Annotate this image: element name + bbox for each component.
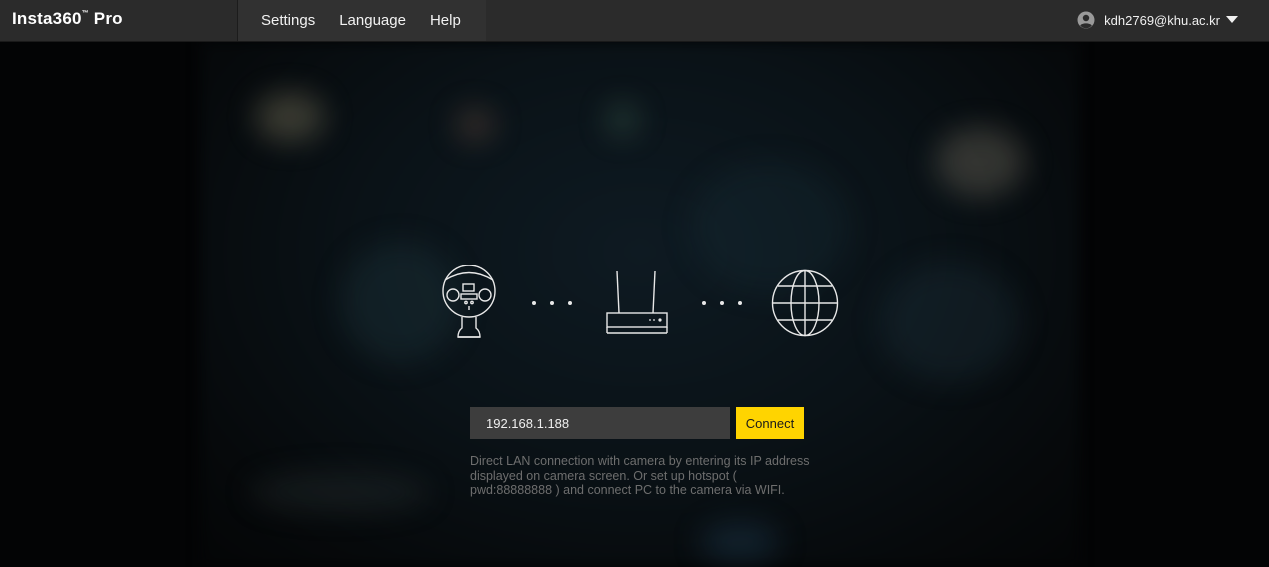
connection-dots (532, 301, 572, 305)
menu-item-settings[interactable]: Settings (238, 12, 327, 29)
main-menu: Settings Language Help (238, 0, 486, 41)
account-menu[interactable]: kdh2769@khu.ac.kr (1077, 11, 1238, 29)
connection-dot (550, 301, 554, 305)
menu-item-help[interactable]: Help (418, 12, 473, 29)
account-email: kdh2769@khu.ac.kr (1104, 12, 1220, 28)
background-light (455, 107, 495, 142)
ip-address-input[interactable] (470, 407, 730, 439)
user-avatar-icon (1077, 11, 1095, 29)
background-light (255, 92, 325, 142)
logo-trademark: ™ (81, 10, 89, 17)
caret-down-icon (1226, 16, 1238, 23)
camera-icon (442, 265, 496, 338)
background-light (880, 262, 1020, 382)
background-light (935, 127, 1025, 197)
connection-dots (702, 301, 742, 305)
connection-dot (568, 301, 572, 305)
connection-dot (738, 301, 742, 305)
background-light (250, 472, 430, 512)
connect-button[interactable]: Connect (736, 407, 804, 439)
globe-icon (771, 269, 839, 337)
logo-text: Insta360 (12, 9, 82, 28)
ip-connect-row: Connect (470, 407, 804, 439)
top-bar: Insta360™ Pro Settings Language Help kdh… (0, 0, 1269, 42)
menu-item-language[interactable]: Language (327, 12, 418, 29)
connection-dot (702, 301, 706, 305)
router-icon (606, 270, 668, 334)
app-logo: Insta360™ Pro (12, 9, 123, 29)
logo-suffix: Pro (88, 9, 123, 28)
connection-dot (532, 301, 536, 305)
background-light (700, 522, 780, 562)
connection-help-text: Direct LAN connection with camera by ent… (470, 454, 810, 497)
background-light (605, 102, 640, 137)
connection-diagram (440, 265, 840, 345)
connection-dot (720, 301, 724, 305)
